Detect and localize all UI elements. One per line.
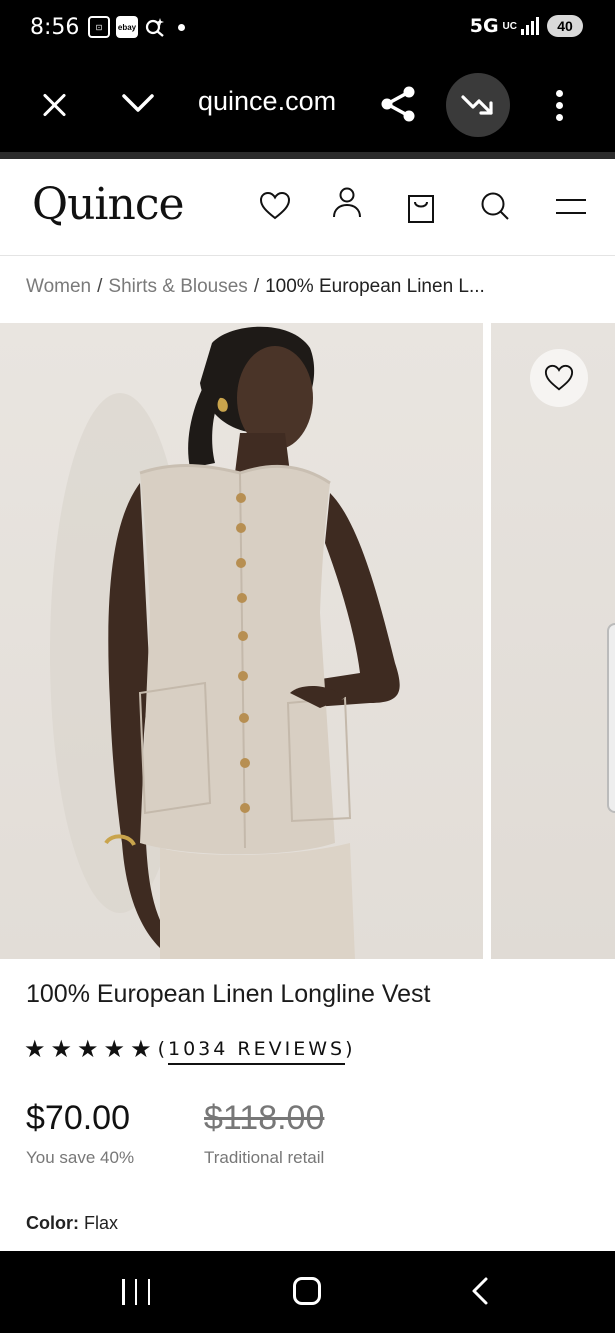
back-icon[interactable]	[468, 1276, 492, 1306]
savings-text: You save 40%	[26, 1148, 135, 1167]
site-header: Quince	[0, 159, 615, 256]
retail-price: $118.00	[204, 1099, 325, 1137]
search-icon[interactable]	[478, 189, 512, 223]
chevron-down-icon[interactable]	[120, 88, 156, 116]
product-photo[interactable]	[0, 323, 483, 959]
signal-icon	[521, 17, 539, 35]
star-icon: ★	[77, 1035, 99, 1063]
reviews-count[interactable]: 1034 REVIEWS	[168, 1038, 346, 1065]
bag-icon[interactable]	[404, 191, 438, 225]
screenshot-icon: ⊡	[88, 16, 110, 38]
home-icon[interactable]	[293, 1277, 321, 1305]
carousel-edge	[607, 623, 615, 813]
network-type: 5G	[469, 15, 499, 37]
brand-logo[interactable]: Quince	[32, 179, 185, 230]
wishlist-button[interactable]	[530, 349, 588, 407]
breadcrumb-women[interactable]: Women	[26, 276, 91, 297]
toolbar-divider	[0, 152, 615, 159]
ebay-icon: ebay	[116, 16, 138, 38]
star-rating: ★ ★ ★ ★ ★	[24, 1037, 152, 1061]
share-icon[interactable]	[378, 84, 418, 124]
reviews-link[interactable]: (1034 REVIEWS)	[157, 1038, 356, 1065]
star-icon: ★	[24, 1035, 46, 1063]
status-notification-icons: ⊡ ebay	[88, 16, 185, 38]
star-icon: ★	[130, 1035, 152, 1063]
trend-down-icon	[461, 95, 493, 115]
model-illustration	[50, 326, 400, 959]
retail-label: Traditional retail	[204, 1148, 325, 1167]
user-icon[interactable]	[330, 185, 364, 219]
next-product-photo[interactable]	[491, 323, 615, 959]
battery-indicator: 40	[547, 15, 583, 37]
recent-apps-icon[interactable]	[122, 1279, 150, 1305]
notification-dot-icon	[178, 23, 185, 31]
color-label: Color:	[26, 1213, 79, 1233]
sale-price: $70.00	[26, 1099, 130, 1137]
breadcrumb-shirts-blouses[interactable]: Shirts & Blouses	[108, 276, 247, 297]
product-gallery[interactable]	[0, 323, 615, 959]
more-vert-icon[interactable]	[552, 86, 568, 126]
close-icon[interactable]	[38, 88, 72, 122]
product-title: 100% European Linen Longline Vest	[26, 980, 431, 1008]
search-sparkle-icon	[145, 18, 164, 37]
system-nav-bar	[0, 1251, 615, 1333]
breadcrumb-current: 100% European Linen L...	[265, 276, 485, 297]
heart-icon[interactable]	[258, 189, 292, 223]
reviews-open-paren: (	[157, 1038, 168, 1060]
reviews-close-paren: )	[345, 1038, 356, 1060]
rating-row[interactable]: ★ ★ ★ ★ ★ (1034 REVIEWS)	[24, 1037, 356, 1065]
heart-icon	[544, 364, 574, 391]
breadcrumb: Women / Shirts & Blouses/100% European Lin…	[26, 276, 586, 298]
status-time: 8:56	[30, 15, 80, 40]
menu-icon[interactable]	[554, 189, 588, 223]
browser-toolbar: quince.com	[0, 56, 615, 152]
star-icon: ★	[103, 1035, 126, 1063]
color-selector-label: Color: Flax	[26, 1213, 118, 1234]
url-bar[interactable]: quince.com	[198, 86, 336, 117]
network-sub: UC	[502, 20, 517, 32]
breadcrumb-separator: /	[253, 276, 260, 297]
color-value: Flax	[84, 1213, 119, 1233]
price-tracking-button[interactable]	[446, 73, 510, 137]
star-icon: ★	[50, 1035, 73, 1063]
status-bar: 8:56 ⊡ ebay 5G UC 40	[0, 0, 615, 56]
status-right-group: 5G UC 40	[470, 15, 583, 37]
breadcrumb-separator: /	[97, 276, 103, 297]
